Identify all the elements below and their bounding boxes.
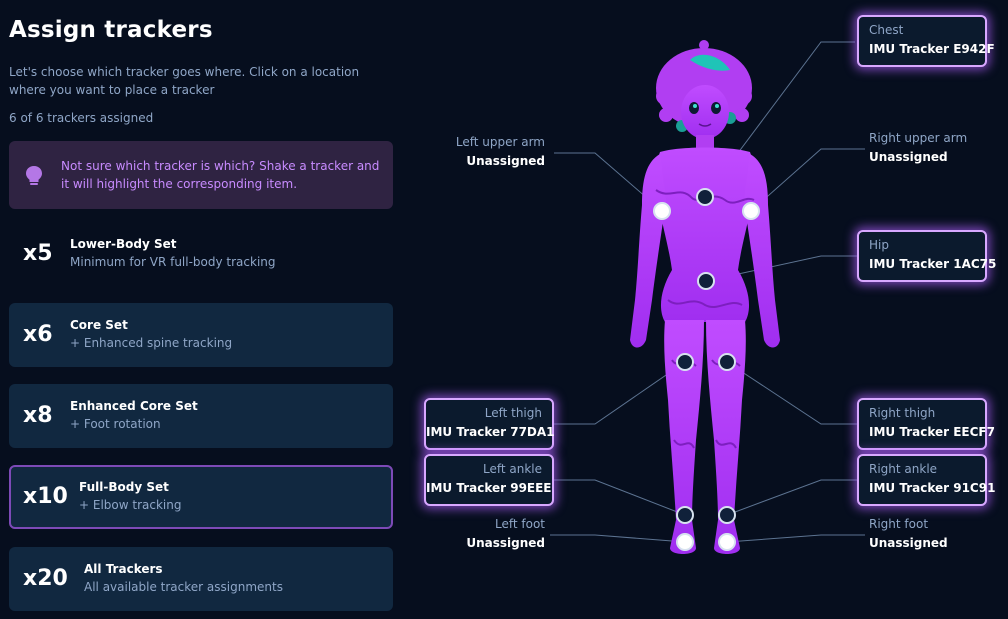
lightbulb-icon xyxy=(26,166,42,185)
set-name: All Trackers xyxy=(84,562,163,576)
label-value: Unassigned xyxy=(466,536,545,550)
set-subtitle: + Enhanced spine tracking xyxy=(70,336,233,350)
tracker-dot-right-thigh[interactable] xyxy=(718,353,736,371)
tracker-dot-hip[interactable] xyxy=(697,272,715,290)
label-value: Unassigned xyxy=(869,536,948,550)
label-name: Right ankle xyxy=(869,462,938,476)
avatar-left-arm xyxy=(630,154,666,348)
hint-text: Not sure which tracker is which? Shake a… xyxy=(61,159,380,191)
label-value: Unassigned xyxy=(869,150,948,164)
set-full-body[interactable]: x10 Full-Body Set + Elbow tracking xyxy=(9,465,393,529)
label-value: IMU Tracker 99EEE xyxy=(426,481,552,495)
avatar-right-arm xyxy=(744,154,780,348)
set-multiplier: x20 xyxy=(23,566,68,591)
set-name: Lower-Body Set xyxy=(70,237,177,251)
label-name: Left ankle xyxy=(482,462,542,476)
label-left-upper-arm[interactable]: Left upper arm Unassigned xyxy=(405,133,545,171)
label-name: Left thigh xyxy=(484,406,542,420)
label-right-foot[interactable]: Right foot Unassigned xyxy=(869,515,1008,553)
label-value: IMU Tracker E942F xyxy=(869,42,995,56)
label-value: IMU Tracker 91C91 xyxy=(869,481,996,495)
label-value: IMU Tracker 77DA1 xyxy=(426,425,555,439)
set-core[interactable]: x6 Core Set + Enhanced spine tracking xyxy=(9,303,393,367)
label-right-ankle[interactable]: Right ankle IMU Tracker 91C91 xyxy=(857,454,996,506)
page-description: Let's choose which tracker goes where. C… xyxy=(9,65,360,97)
set-subtitle: + Elbow tracking xyxy=(79,498,182,512)
label-name: Left upper arm xyxy=(455,135,545,149)
tracker-dot-right-ankle[interactable] xyxy=(718,506,736,524)
label-name: Left foot xyxy=(494,517,545,531)
label-left-foot[interactable]: Left foot Unassigned xyxy=(405,515,545,553)
label-chest[interactable]: Chest IMU Tracker E942F xyxy=(857,15,995,67)
label-right-thigh[interactable]: Right thigh IMU Tracker EECF7 xyxy=(857,398,995,450)
set-subtitle: + Foot rotation xyxy=(70,417,161,431)
tracker-dot-right-upper-arm[interactable] xyxy=(742,202,760,220)
tracker-dot-left-foot[interactable] xyxy=(676,533,694,551)
label-name: Right upper arm xyxy=(869,131,968,145)
label-name: Hip xyxy=(869,238,889,252)
tracker-dot-right-foot[interactable] xyxy=(718,533,736,551)
set-subtitle: Minimum for VR full-body tracking xyxy=(70,255,276,269)
tracker-dot-left-upper-arm[interactable] xyxy=(653,202,671,220)
label-name: Right foot xyxy=(869,517,929,531)
set-lower-body[interactable]: x5 Lower-Body Set Minimum for VR full-bo… xyxy=(9,222,393,286)
page-title: Assign trackers xyxy=(9,17,213,43)
set-enhanced-core[interactable]: x8 Enhanced Core Set + Foot rotation xyxy=(9,384,393,448)
assigned-count: 6 of 6 trackers assigned xyxy=(9,111,154,125)
set-name: Full-Body Set xyxy=(79,480,169,494)
set-multiplier: x10 xyxy=(23,484,68,509)
label-value: Unassigned xyxy=(466,154,545,168)
set-multiplier: x5 xyxy=(23,241,53,266)
label-name: Right thigh xyxy=(869,406,936,420)
label-left-thigh[interactable]: Left thigh IMU Tracker 77DA1 xyxy=(424,398,555,450)
hint-banner: Not sure which tracker is which? Shake a… xyxy=(9,141,393,209)
label-left-ankle[interactable]: Left ankle IMU Tracker 99EEE xyxy=(424,454,554,506)
set-multiplier: x8 xyxy=(23,403,53,428)
tracker-dot-left-thigh[interactable] xyxy=(676,353,694,371)
label-value: IMU Tracker EECF7 xyxy=(869,425,995,439)
tracker-dot-chest[interactable] xyxy=(696,188,714,206)
set-multiplier: x6 xyxy=(23,322,53,347)
set-all-trackers[interactable]: x20 All Trackers All available tracker a… xyxy=(9,547,393,611)
label-hip[interactable]: Hip IMU Tracker 1AC75 xyxy=(857,230,997,282)
avatar-head xyxy=(681,85,729,139)
set-name: Enhanced Core Set xyxy=(70,399,198,413)
label-value: IMU Tracker 1AC75 xyxy=(869,257,997,271)
label-right-upper-arm[interactable]: Right upper arm Unassigned xyxy=(869,129,1008,167)
tracker-dot-left-ankle[interactable] xyxy=(676,506,694,524)
label-name: Chest xyxy=(869,23,904,37)
avatar-torso xyxy=(654,147,756,322)
set-subtitle: All available tracker assignments xyxy=(84,580,283,594)
set-name: Core Set xyxy=(70,318,128,332)
